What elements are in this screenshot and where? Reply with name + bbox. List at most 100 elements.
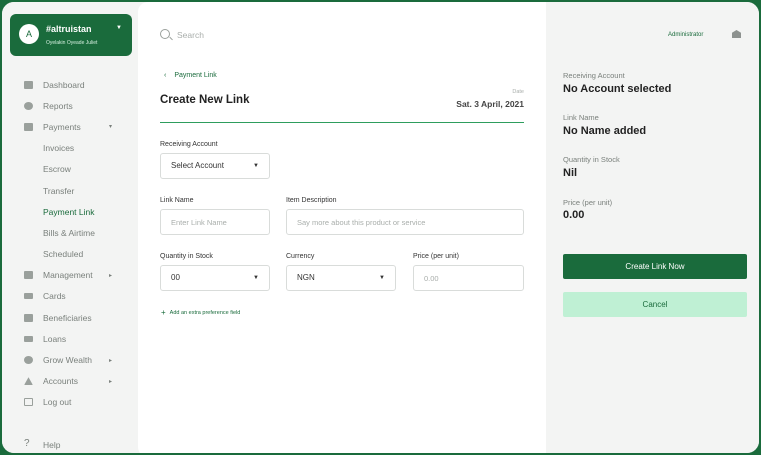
card-icon: [24, 293, 33, 300]
quantity-label: Quantity in Stock: [160, 253, 213, 260]
quantity-select[interactable]: 00 ▼: [160, 265, 270, 291]
currency-value: NGN: [297, 273, 315, 282]
receiving-account-value: Select Account: [171, 161, 224, 170]
add-preference-field-link[interactable]: + Add an extra preference field: [161, 308, 240, 317]
chevron-right-icon: ▸: [109, 357, 113, 364]
summary-price-label: Price (per unit): [563, 198, 613, 207]
quantity-value: 00: [171, 273, 180, 282]
sidebar-item-payments[interactable]: Payments ▾: [2, 116, 138, 137]
sidebar-item-payment-link[interactable]: Payment Link: [2, 201, 138, 222]
create-link-button[interactable]: Create Link Now: [563, 254, 747, 279]
caret-down-icon: ▼: [253, 163, 259, 169]
bank-icon[interactable]: [732, 30, 741, 38]
price-input[interactable]: [413, 265, 524, 291]
sidebar-item-label: Transfer: [43, 185, 75, 196]
sidebar-item-dashboard[interactable]: Dashboard: [2, 74, 138, 95]
item-description-label: Item Description: [286, 197, 337, 204]
cancel-button[interactable]: Cancel: [563, 292, 747, 317]
summary-link-name-value: No Name added: [563, 125, 647, 137]
back-link[interactable]: ‹ Payment Link: [164, 72, 217, 79]
sidebar-item-transfer[interactable]: Transfer: [2, 180, 138, 201]
user-role[interactable]: Administrator: [668, 32, 703, 38]
sidebar-item-scheduled[interactable]: Scheduled: [2, 244, 138, 265]
sidebar-item-accounts[interactable]: Accounts ▸: [2, 371, 138, 392]
summary-quantity-value: Nil: [563, 167, 578, 179]
add-preference-field-label: Add an extra preference field: [169, 310, 241, 316]
wallet-icon: [24, 122, 33, 131]
help-label: Help: [43, 440, 61, 450]
help-icon: ?: [24, 438, 30, 449]
pie-chart-icon: [24, 101, 33, 110]
main-content: ‹ Payment Link Create New Link Date Sat. …: [138, 2, 546, 453]
sidebar-item-label: Bills & Airtime: [43, 227, 95, 238]
sidebar-item-label: Grow Wealth: [43, 355, 92, 366]
sidebar-item-grow-wealth[interactable]: Grow Wealth ▸: [2, 349, 138, 370]
price-label: Price (per unit): [413, 253, 459, 260]
sidebar-item-label: Payments: [43, 121, 81, 132]
sidebar-item-logout[interactable]: Log out: [2, 392, 138, 413]
sidebar-item-label: Log out: [43, 397, 72, 408]
sidebar-item-beneficiaries[interactable]: Beneficiaries: [2, 307, 138, 328]
sidebar-item-label: Escrow: [43, 164, 71, 175]
sidebar-item-loans[interactable]: Loans: [2, 328, 138, 349]
sidebar-item-label: Beneficiaries: [43, 312, 92, 323]
caret-down-icon: ▼: [253, 275, 259, 281]
sidebar-item-reports[interactable]: Reports: [2, 95, 138, 116]
plus-icon: +: [161, 308, 166, 317]
sidebar-item-label: Loans: [43, 333, 67, 344]
summary-panel: Administrator Receiving Account No Accou…: [546, 2, 759, 453]
cash-icon: [24, 335, 33, 342]
caret-down-icon: ▼: [379, 275, 385, 281]
document-icon: [24, 80, 33, 89]
date-label: Date: [512, 89, 524, 95]
bank-icon: [24, 313, 33, 322]
sidebar-item-label: Management: [43, 270, 93, 281]
sidebar-item-label: Payment Link: [43, 206, 95, 217]
link-name-label: Link Name: [160, 197, 194, 204]
sidebar-item-management[interactable]: Management ▸: [2, 265, 138, 286]
summary-quantity-label: Quantity in Stock: [563, 155, 620, 164]
avatar: A: [19, 24, 39, 44]
sidebar-item-cards[interactable]: Cards: [2, 286, 138, 307]
caret-down-icon: ▼: [116, 25, 122, 31]
sidebar-item-invoices[interactable]: Invoices: [2, 138, 138, 159]
growth-icon: [24, 356, 33, 365]
sidebar-item-label: Dashboard: [43, 79, 85, 90]
back-link-label: Payment Link: [174, 72, 217, 79]
sidebar-item-label: Accounts: [43, 376, 78, 387]
sidebar: A #altruistan Oyelakin Oyeade Juliet ▼ D…: [2, 2, 138, 453]
sidebar-item-label: Invoices: [43, 143, 75, 154]
sidebar-item-label: Scheduled: [43, 249, 84, 260]
link-name-input[interactable]: [160, 209, 270, 235]
currency-select[interactable]: NGN ▼: [286, 265, 396, 291]
search-icon: [160, 29, 170, 39]
sidebar-nav: Dashboard Reports Payments ▾ Invoices Es…: [2, 74, 138, 413]
receiving-account-label: Receiving Account: [160, 141, 218, 148]
chevron-down-icon: ▾: [109, 124, 113, 131]
item-description-input[interactable]: [286, 209, 524, 235]
account-switcher[interactable]: A #altruistan Oyelakin Oyeade Juliet ▼: [10, 14, 132, 56]
logout-icon: [24, 398, 33, 407]
account-name: #altruistan: [46, 24, 92, 34]
chevron-left-icon: ‹: [164, 72, 167, 79]
sidebar-item-label: Reports: [43, 100, 73, 111]
page-title: Create New Link: [160, 94, 250, 106]
summary-receiving-account-label: Receiving Account: [563, 71, 625, 80]
search-input[interactable]: [177, 28, 357, 42]
sidebar-item-bills-airtime[interactable]: Bills & Airtime: [2, 222, 138, 243]
sidebar-item-label: Cards: [43, 291, 66, 302]
search-bar: [160, 28, 360, 44]
user-icon: [24, 377, 33, 386]
app-frame: A #altruistan Oyelakin Oyeade Juliet ▼ D…: [0, 0, 761, 455]
grid-icon: [24, 271, 33, 280]
divider: [160, 122, 524, 123]
summary-receiving-account-value: No Account selected: [563, 83, 672, 95]
sidebar-item-escrow[interactable]: Escrow: [2, 159, 138, 180]
chevron-right-icon: ▸: [109, 378, 113, 385]
help-link[interactable]: ? Help: [2, 438, 138, 453]
summary-price-value: 0.00: [563, 209, 585, 221]
date-value: Sat. 3 April, 2021: [456, 99, 524, 109]
receiving-account-select[interactable]: Select Account ▼: [160, 153, 270, 179]
currency-label: Currency: [286, 253, 315, 260]
summary-link-name-label: Link Name: [563, 113, 599, 122]
